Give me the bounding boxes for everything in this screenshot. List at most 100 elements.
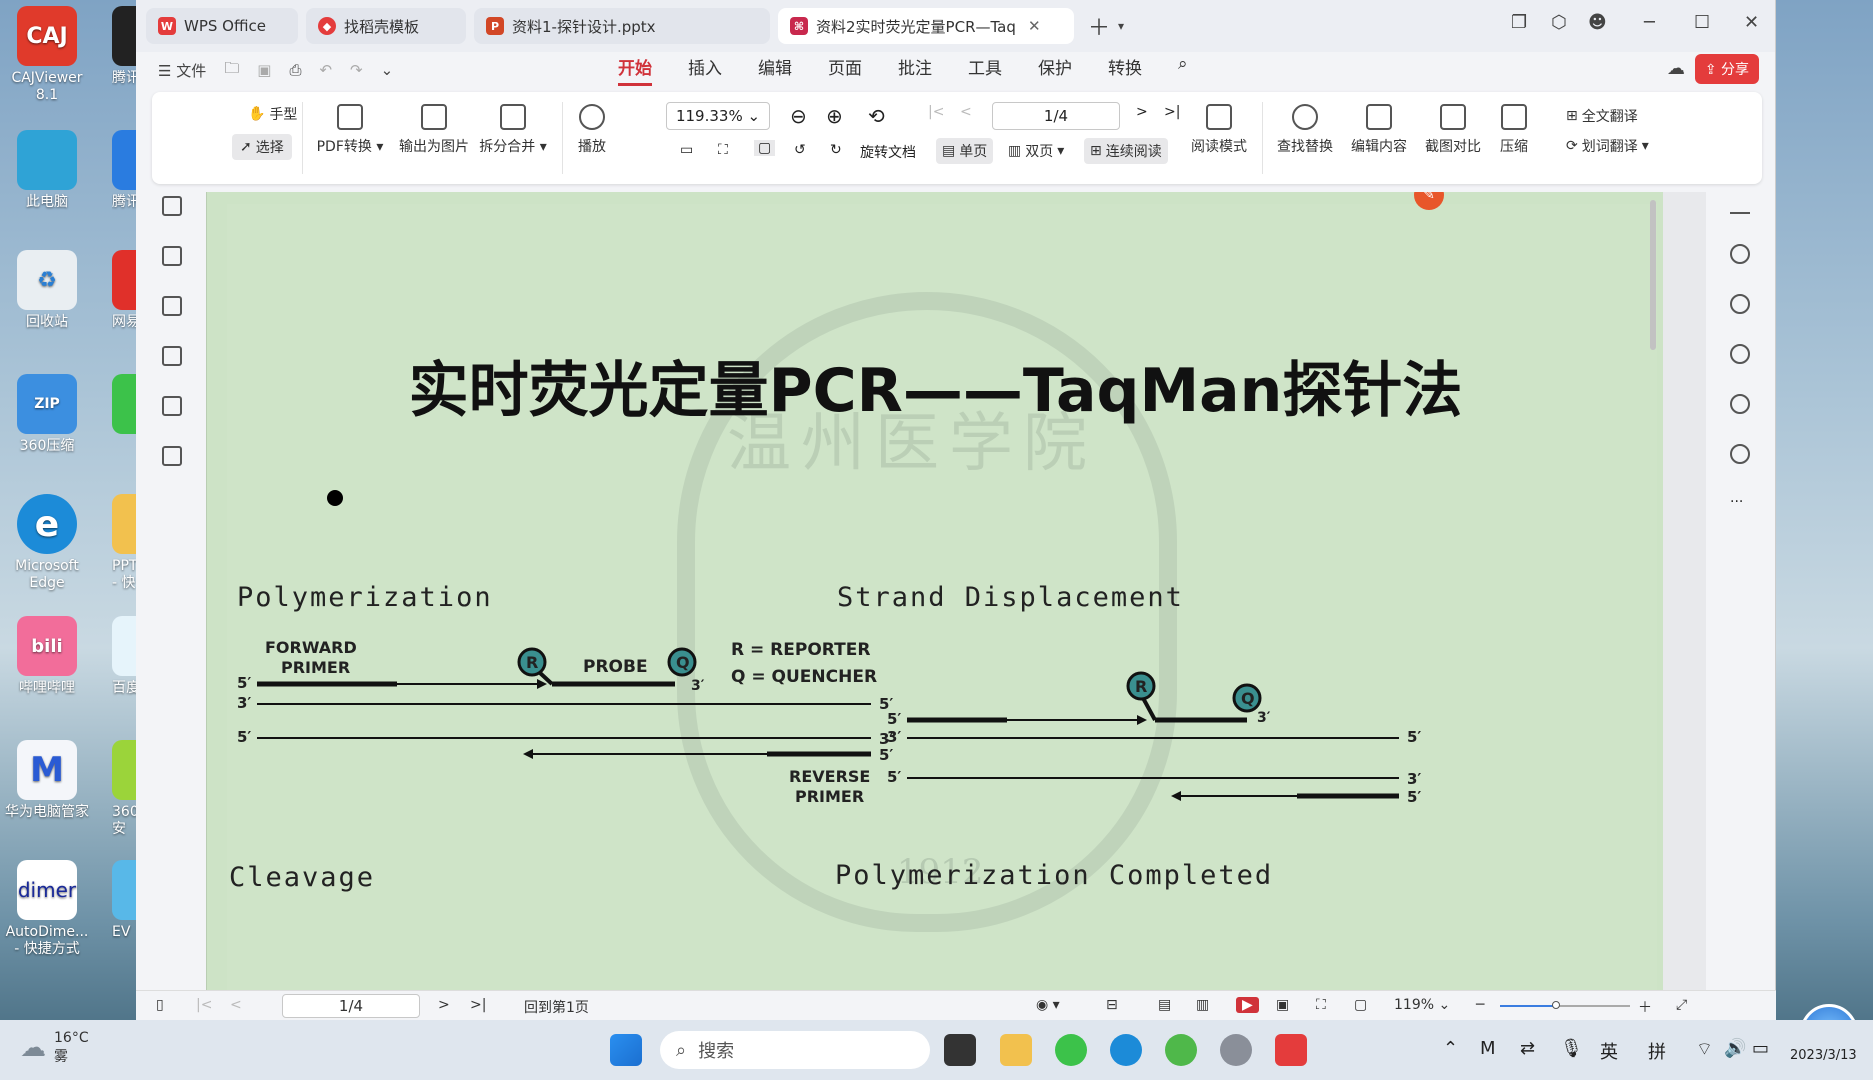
- more-options-icon[interactable]: ···: [1730, 494, 1750, 510]
- status-page-input[interactable]: 1/4: [282, 994, 420, 1018]
- print-icon[interactable]: ⎙: [289, 61, 301, 79]
- tray-expand-icon[interactable]: ⌃: [1443, 1038, 1458, 1059]
- save-icon[interactable]: ▣: [257, 61, 271, 79]
- comment-icon[interactable]: [162, 296, 182, 316]
- rotate-right-icon[interactable]: ↻: [830, 142, 842, 158]
- prev-page-icon[interactable]: <: [960, 104, 972, 120]
- tab-pptx[interactable]: P 资料1-探针设计.pptx: [474, 8, 770, 44]
- next-page-icon[interactable]: >: [1136, 104, 1148, 120]
- redo-icon[interactable]: ↷: [350, 61, 363, 79]
- more-icon[interactable]: ⌄: [381, 61, 394, 79]
- bookmark-icon[interactable]: [162, 196, 182, 216]
- status-zoom[interactable]: 119% ⌄: [1394, 997, 1450, 1013]
- layers-icon[interactable]: [162, 446, 182, 466]
- tab-insert[interactable]: 插入: [688, 54, 722, 86]
- rotate-left-icon[interactable]: ↺: [794, 142, 806, 158]
- settings-sliders-icon[interactable]: [1730, 344, 1750, 364]
- zoom-slider-handle[interactable]: [1552, 1001, 1560, 1009]
- ime-language[interactable]: 英: [1600, 1038, 1618, 1064]
- tab-convert[interactable]: 转换: [1108, 54, 1142, 86]
- fit-icon[interactable]: ▣: [1276, 997, 1289, 1013]
- close-window-icon[interactable]: ✕: [1744, 12, 1759, 33]
- clock[interactable]: 2023/3/13: [1790, 1048, 1857, 1063]
- minimize-icon[interactable]: ─: [1644, 12, 1655, 33]
- volume-icon[interactable]: 🔊: [1724, 1038, 1746, 1059]
- desktop-icon-recycle-bin[interactable]: ♻ 回收站: [2, 250, 92, 331]
- zoom-out-icon[interactable]: ⊖: [790, 104, 807, 128]
- battery-icon[interactable]: ▭: [1752, 1038, 1769, 1059]
- window-layout-icon[interactable]: ❐: [1511, 12, 1527, 33]
- minimize-panel-icon[interactable]: [1730, 212, 1750, 214]
- tab-tools[interactable]: 工具: [968, 54, 1002, 86]
- cloud-icon[interactable]: ☁: [1667, 58, 1685, 79]
- desktop-icon-edge[interactable]: e Microsoft Edge: [2, 494, 92, 592]
- read-mode-button[interactable]: 阅读模式: [1186, 104, 1252, 156]
- first-page-icon[interactable]: |<: [928, 104, 944, 120]
- screenshot-compare-button[interactable]: 截图对比: [1420, 104, 1486, 156]
- fit-page-icon[interactable]: ⛶: [718, 142, 728, 158]
- cube-icon[interactable]: ⬡: [1551, 12, 1567, 33]
- new-tab-icon[interactable]: ＋: [1088, 10, 1110, 42]
- play-slideshow-icon[interactable]: ▶: [1236, 997, 1259, 1013]
- vertical-scrollbar[interactable]: [1647, 192, 1659, 990]
- double-page-button[interactable]: ▥ 双页 ▾: [1008, 141, 1064, 161]
- continuous-view-icon[interactable]: ⊟: [1106, 997, 1118, 1013]
- browser-taskbar-icon[interactable]: [1165, 1034, 1197, 1066]
- microphone-icon[interactable]: 🎙: [1560, 1038, 1583, 1059]
- page-input[interactable]: 1/4: [992, 102, 1120, 130]
- weather-widget[interactable]: ☁ 16°C 雾: [20, 1030, 89, 1066]
- wifi-icon[interactable]: ⌔: [1696, 1038, 1713, 1061]
- wechat-taskbar-icon[interactable]: [1055, 1034, 1087, 1066]
- double-view-icon[interactable]: ▥: [1196, 997, 1209, 1013]
- play-button[interactable]: 播放: [570, 104, 614, 156]
- status-zoom-in-icon[interactable]: ＋: [1638, 997, 1652, 1017]
- app-taskbar-icon[interactable]: [1220, 1034, 1252, 1066]
- desktop-icon-cajviewer[interactable]: CAJ CAJViewer 8.1: [2, 6, 92, 104]
- scrollbar-thumb[interactable]: [1650, 200, 1656, 350]
- rotate-icon[interactable]: ⟲: [868, 104, 885, 128]
- full-translate-button[interactable]: ⊞ 全文翻译: [1566, 106, 1638, 126]
- find-replace-button[interactable]: 查找替换: [1272, 104, 1338, 156]
- tab-wps-office[interactable]: W WPS Office: [146, 8, 298, 44]
- signature-icon[interactable]: [162, 396, 182, 416]
- task-view-icon[interactable]: [944, 1034, 976, 1066]
- status-first-page-icon[interactable]: |<: [196, 997, 212, 1013]
- status-last-page-icon[interactable]: >|: [470, 997, 486, 1013]
- fullpage-icon[interactable]: ⛶: [1316, 997, 1326, 1013]
- open-icon[interactable]: 🗀: [224, 58, 239, 83]
- wps-taskbar-icon[interactable]: [1275, 1034, 1307, 1066]
- status-zoom-out-icon[interactable]: ─: [1476, 997, 1484, 1013]
- rotate-doc-button[interactable]: 旋转文档: [860, 142, 916, 162]
- share-button[interactable]: ⇪ 分享: [1694, 54, 1759, 84]
- search-panel-icon[interactable]: [1730, 244, 1750, 264]
- sync-icon[interactable]: [1730, 294, 1750, 314]
- single-page-button[interactable]: ▤ 单页: [936, 138, 994, 164]
- maximize-icon[interactable]: ☐: [1694, 12, 1710, 33]
- compress-button[interactable]: 压缩: [1492, 104, 1536, 156]
- single-view-icon[interactable]: ▤: [1158, 997, 1171, 1013]
- fit-width-status-icon[interactable]: ▢: [1354, 997, 1367, 1013]
- help-icon[interactable]: [1730, 444, 1750, 464]
- desktop-icon-360zip[interactable]: ZIP 360压缩: [2, 374, 92, 455]
- last-page-icon[interactable]: >|: [1164, 104, 1180, 120]
- sidebar-toggle-icon[interactable]: ▯: [156, 997, 164, 1013]
- tab-start[interactable]: 开始: [618, 54, 652, 86]
- tab-annotate[interactable]: 批注: [898, 54, 932, 86]
- desktop-icon-this-pc[interactable]: 此电脑: [2, 130, 92, 211]
- zoom-slider[interactable]: [1500, 1001, 1630, 1009]
- edit-content-button[interactable]: 编辑内容: [1346, 104, 1412, 156]
- chevron-down-icon[interactable]: ▾: [1118, 19, 1124, 33]
- file-explorer-icon[interactable]: [1000, 1034, 1032, 1066]
- undo-icon[interactable]: ↶: [319, 61, 332, 79]
- eye-icon[interactable]: ◉ ▾: [1036, 997, 1060, 1013]
- start-button[interactable]: [610, 1034, 642, 1066]
- pdf-convert-button[interactable]: PDF转换 ▾: [312, 104, 388, 156]
- search-icon[interactable]: ⌕: [1178, 54, 1188, 86]
- desktop-icon-huawei-manager[interactable]: M 华为电脑管家: [2, 740, 92, 821]
- avatar-icon[interactable]: ☻: [1588, 12, 1607, 33]
- actual-size-icon[interactable]: ▭: [680, 142, 693, 158]
- tab-page[interactable]: 页面: [828, 54, 862, 86]
- ime-mode[interactable]: 拼: [1648, 1038, 1666, 1064]
- export-image-button[interactable]: 输出为图片: [394, 104, 474, 156]
- taskbar-search[interactable]: ⌕ 搜索: [660, 1031, 930, 1069]
